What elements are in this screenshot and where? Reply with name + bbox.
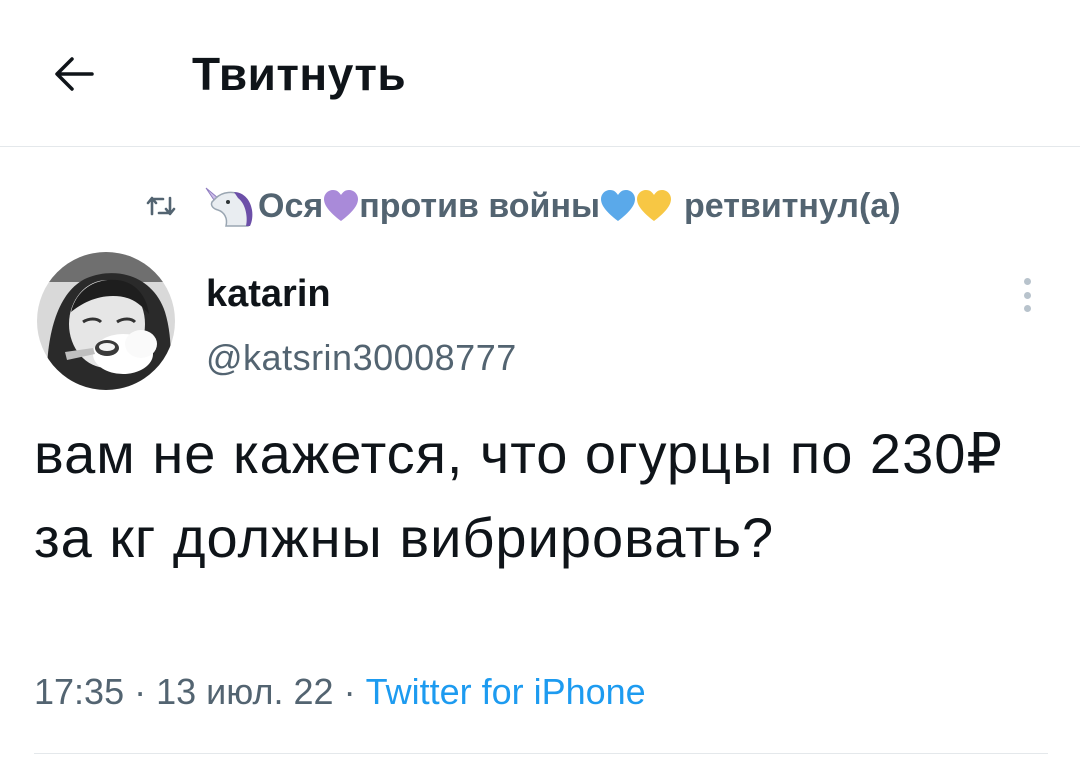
bottom-divider bbox=[34, 753, 1048, 754]
more-options-button[interactable] bbox=[1012, 272, 1042, 318]
retweet-icon bbox=[144, 191, 178, 221]
header-divider bbox=[0, 146, 1080, 147]
retweeter-name-suffix: против войны bbox=[359, 187, 601, 225]
tweet-date[interactable]: 13 июл. 22 bbox=[156, 671, 333, 712]
arrow-left-icon bbox=[55, 57, 94, 91]
author-name[interactable]: katarin bbox=[206, 270, 331, 318]
tweet-time[interactable]: 17:35 bbox=[34, 671, 124, 712]
unicorn-icon bbox=[205, 187, 253, 227]
top-bar: Твитнуть bbox=[0, 0, 1080, 146]
avatar[interactable] bbox=[37, 252, 175, 390]
more-vertical-icon-dot bbox=[1023, 278, 1031, 285]
page-title: Твитнуть bbox=[192, 48, 407, 100]
more-vertical-icon-dot bbox=[1023, 305, 1031, 312]
yellow-heart-icon bbox=[637, 190, 672, 221]
purple-heart-icon bbox=[324, 190, 359, 221]
retweet-suffix: ретвитнул(а) bbox=[684, 187, 901, 225]
meta-separator: · bbox=[343, 671, 356, 712]
meta-separator: · bbox=[134, 671, 147, 712]
tweet-metadata: 17:35 · 13 июл. 22 · Twitter for iPhone bbox=[34, 668, 646, 716]
tweet-text: вам не кажется, что огурцы по 230₽ за кг… bbox=[34, 422, 1003, 569]
blue-heart-icon bbox=[601, 190, 636, 221]
tweet-source-link[interactable]: Twitter for iPhone bbox=[366, 671, 646, 712]
more-vertical-icon-dot bbox=[1023, 291, 1031, 299]
retweeter-name: Ося bbox=[258, 187, 324, 225]
retweet-label: Ося против войны ретвитнул(а) bbox=[258, 184, 901, 228]
retweet-context[interactable]: Ося против войны ретвитнул(а) bbox=[144, 178, 901, 234]
back-button[interactable] bbox=[48, 48, 100, 100]
author-handle[interactable]: @katsrin30008777 bbox=[206, 334, 517, 382]
